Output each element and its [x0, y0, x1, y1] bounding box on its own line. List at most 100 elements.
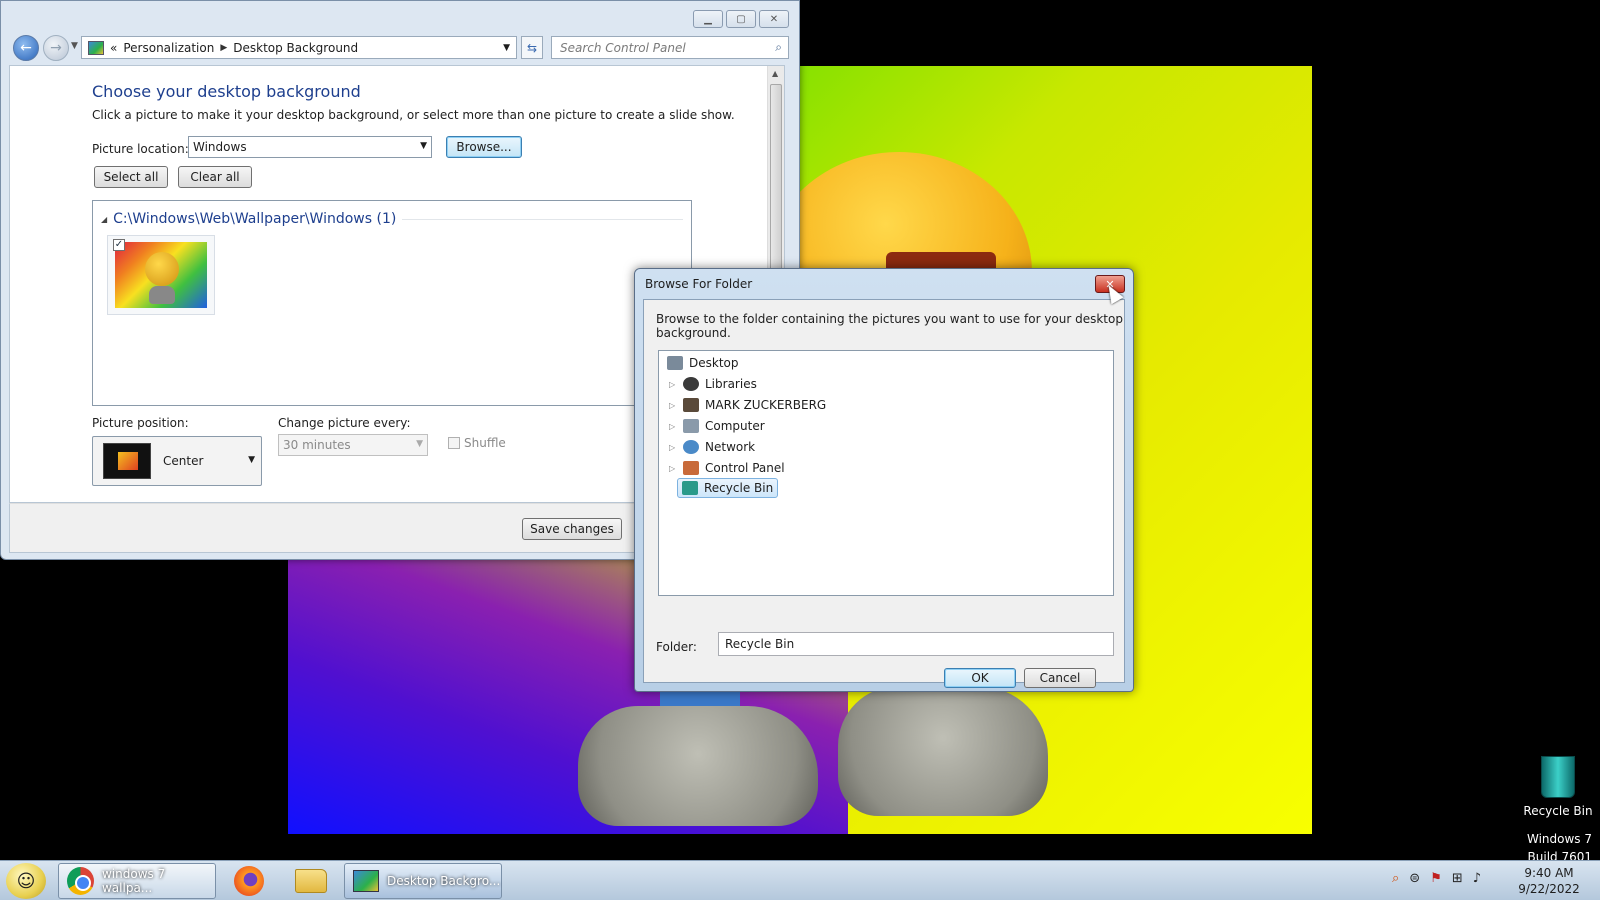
- folder-field[interactable]: Recycle Bin: [718, 632, 1114, 656]
- taskbar-chrome-window[interactable]: windows 7 wallpa...: [58, 863, 216, 899]
- desktop-recycle-bin-label: Recycle Bin: [1523, 804, 1593, 818]
- shuffle-label: Shuffle: [464, 436, 506, 450]
- action-center-icon[interactable]: ⚑: [1430, 871, 1442, 886]
- picture-position-select[interactable]: Center ▼: [92, 436, 262, 486]
- browse-folder-dialog: Browse For Folder ✕ Browse to the folder…: [634, 268, 1134, 692]
- picture-location-value: Windows: [193, 140, 247, 154]
- watermark-line-1: Windows 7: [1526, 832, 1592, 846]
- forward-button[interactable]: →: [43, 35, 69, 61]
- wallpaper-thumbnail[interactable]: ✓: [107, 235, 215, 315]
- page-title: Choose your desktop background: [92, 82, 361, 101]
- desktop-icon: [667, 356, 683, 370]
- tree-item-label: Desktop: [689, 356, 739, 370]
- chrome-icon: [67, 867, 94, 895]
- shuffle-checkbox-box[interactable]: [448, 437, 460, 449]
- picture-location-label: Picture location:: [92, 142, 189, 156]
- clock-time: 9:40 AM: [1524, 866, 1574, 880]
- dialog-body: Browse to the folder containing the pict…: [643, 299, 1125, 688]
- picture-position-value: Center: [163, 454, 204, 468]
- address-bar[interactable]: « Personalization ▶ Desktop Background ▼: [81, 36, 517, 59]
- tree-item-recycle-bin[interactable]: Recycle Bin: [677, 478, 779, 498]
- dialog-title: Browse For Folder: [645, 277, 753, 291]
- tree-item-control-panel[interactable]: ▷ Control Panel: [669, 458, 785, 478]
- chevron-down-icon: ▼: [248, 455, 255, 465]
- change-picture-label: Change picture every:: [278, 416, 411, 430]
- thumbnail-checkbox[interactable]: ✓: [113, 239, 125, 251]
- search-input[interactable]: Search Control Panel ⌕: [551, 36, 789, 59]
- thumbnail-character-legs: [149, 286, 175, 304]
- minimize-button[interactable]: ▁: [693, 10, 723, 28]
- expand-icon[interactable]: ▷: [669, 380, 677, 389]
- picture-list: ◢ C:\Windows\Web\Wallpaper\Windows (1) ✓: [92, 200, 692, 406]
- search-icon[interactable]: ⌕: [1392, 871, 1399, 886]
- expand-icon[interactable]: ▷: [669, 401, 677, 410]
- tree-item-label: MARK ZUCKERBERG: [705, 398, 827, 412]
- scroll-up-icon[interactable]: ▲: [772, 69, 778, 78]
- volume-icon[interactable]: ♪: [1473, 871, 1481, 886]
- keyboard-icon[interactable]: ⊜: [1409, 871, 1420, 886]
- taskbar-explorer[interactable]: [284, 863, 338, 899]
- back-button[interactable]: ←: [13, 35, 39, 61]
- navigation-bar: ← → ▼ « Personalization ▶ Desktop Backgr…: [9, 35, 791, 61]
- expand-icon[interactable]: ▷: [669, 422, 677, 431]
- recent-pages-dropdown[interactable]: ▼: [71, 41, 78, 51]
- cancel-button[interactable]: Cancel: [1024, 668, 1096, 688]
- wallpaper-left-shoe: [578, 706, 818, 826]
- system-tray: ⌕ ⊜ ⚑ ⊞ ♪: [1392, 871, 1481, 886]
- position-preview-image: [103, 443, 151, 479]
- chevron-down-icon: ▼: [420, 141, 427, 151]
- tree-item-desktop[interactable]: Desktop: [667, 353, 739, 373]
- folder-group-header[interactable]: ◢ C:\Windows\Web\Wallpaper\Windows (1): [101, 211, 683, 227]
- desktop-recycle-bin[interactable]: Recycle Bin: [1520, 756, 1596, 818]
- folder-icon: [295, 869, 327, 893]
- browse-button[interactable]: Browse...: [446, 136, 522, 158]
- save-changes-button[interactable]: Save changes: [522, 518, 622, 540]
- taskbar-firefox[interactable]: [222, 863, 276, 899]
- collapse-icon[interactable]: ◢: [101, 215, 107, 224]
- search-icon[interactable]: ⌕: [775, 40, 782, 55]
- scrollbar-thumb[interactable]: [770, 84, 782, 284]
- libraries-icon: [683, 377, 699, 391]
- select-all-button[interactable]: Select all: [94, 166, 168, 188]
- folder-tree: Desktop ▷ Libraries ▷ MARK ZUCKERBERG ▷ …: [658, 350, 1114, 596]
- folder-field-label: Folder:: [656, 640, 697, 654]
- taskbar-control-panel-window[interactable]: Desktop Backgro...: [344, 863, 502, 899]
- tree-item-user[interactable]: ▷ MARK ZUCKERBERG: [669, 395, 826, 415]
- maximize-button[interactable]: ▢: [726, 10, 756, 28]
- clear-all-button[interactable]: Clear all: [178, 166, 252, 188]
- folder-field-value: Recycle Bin: [725, 637, 795, 651]
- computer-icon: [683, 419, 699, 433]
- network-icon[interactable]: ⊞: [1452, 871, 1463, 886]
- window-title-bar[interactable]: ▁ ▢ ✕: [1, 1, 799, 35]
- network-icon: [683, 440, 699, 454]
- page-subtitle: Click a picture to make it your desktop …: [92, 108, 735, 122]
- shuffle-checkbox[interactable]: Shuffle: [448, 436, 506, 450]
- tree-item-network[interactable]: ▷ Network: [669, 437, 755, 457]
- chevron-right-icon[interactable]: ▶: [220, 43, 227, 53]
- tree-item-computer[interactable]: ▷ Computer: [669, 416, 765, 436]
- thumbnail-character: [145, 252, 179, 286]
- breadcrumb-desktop-background[interactable]: Desktop Background: [233, 41, 358, 55]
- tree-item-libraries[interactable]: ▷ Libraries: [669, 374, 757, 394]
- clock-date: 9/22/2022: [1518, 882, 1580, 896]
- breadcrumb-prefix[interactable]: «: [110, 41, 117, 55]
- recycle-bin-icon: [1541, 756, 1575, 798]
- address-dropdown-icon[interactable]: ▼: [503, 43, 510, 53]
- ok-button[interactable]: OK: [944, 668, 1016, 688]
- close-button[interactable]: ✕: [759, 10, 789, 28]
- change-picture-select[interactable]: 30 minutes ▼: [278, 434, 428, 456]
- start-button[interactable]: ☺: [6, 863, 46, 899]
- taskbar-chrome-label: windows 7 wallpa...: [101, 867, 166, 895]
- taskbar-clock[interactable]: 9:40 AM 9/22/2022: [1514, 865, 1584, 897]
- picture-position-label: Picture position:: [92, 416, 189, 430]
- firefox-icon: [234, 866, 264, 896]
- expand-icon[interactable]: ▷: [669, 464, 677, 473]
- folder-group-label: C:\Windows\Web\Wallpaper\Windows (1): [113, 211, 397, 227]
- expand-icon[interactable]: ▷: [669, 443, 677, 452]
- refresh-button[interactable]: ⇆: [521, 36, 543, 59]
- breadcrumb-personalization[interactable]: Personalization: [123, 41, 214, 55]
- tree-item-label: Recycle Bin: [704, 481, 774, 495]
- taskbar: ☺ windows 7 wallpa... Desktop Backgro...…: [0, 860, 1600, 900]
- picture-location-select[interactable]: Windows ▼: [188, 136, 432, 158]
- group-divider: [402, 218, 683, 220]
